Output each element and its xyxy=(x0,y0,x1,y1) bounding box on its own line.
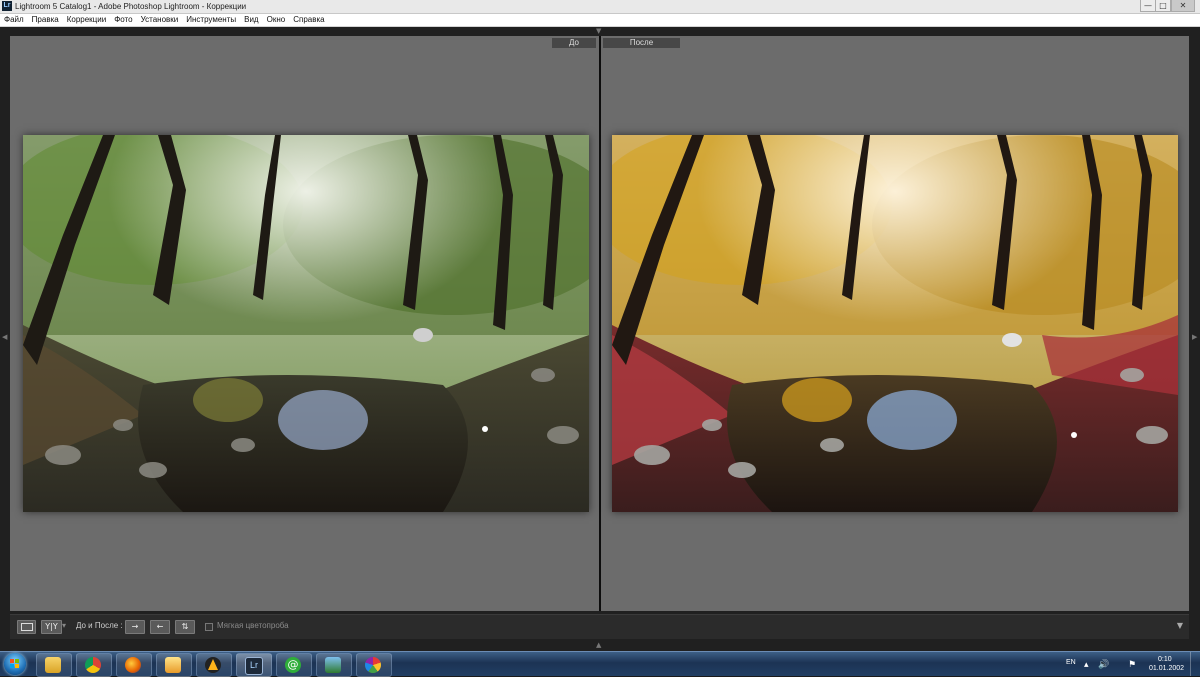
photo-viewer-icon xyxy=(325,657,341,673)
develop-module: ▼ ◀ ▶ ▲ До После Y|Y ▾ До и После: → ← … xyxy=(0,27,1200,651)
window-title: Lightroom 5 Catalog1 - Adobe Photoshop L… xyxy=(15,2,247,11)
develop-toolbar: Y|Y ▾ До и После : → ← ⇅ Мягкая цветопро… xyxy=(10,614,1189,639)
loupe-view-icon xyxy=(20,623,33,631)
media-player-icon xyxy=(165,657,181,673)
taskbar-chrome[interactable] xyxy=(76,653,112,677)
taskbar-mail-agent[interactable]: @ xyxy=(276,653,312,677)
action-center-icon[interactable]: ⚑ xyxy=(1128,660,1136,670)
bottom-panel-toggle-icon[interactable]: ▲ xyxy=(596,641,601,649)
picasa-icon xyxy=(365,657,381,673)
menu-tools[interactable]: Инструменты xyxy=(182,14,240,26)
show-hidden-icons-icon[interactable]: ▴ xyxy=(1084,660,1089,670)
taskbar-picasa[interactable] xyxy=(356,653,392,677)
menu-settings[interactable]: Установки xyxy=(137,14,183,26)
taskbar-lightroom[interactable]: Lr xyxy=(236,653,272,677)
after-pane: После xyxy=(601,36,1189,611)
clock-date[interactable]: 01.01.2002 xyxy=(1149,664,1184,673)
soft-proofing-label: Мягкая цветопроба xyxy=(217,621,289,630)
menu-photo[interactable]: Фото xyxy=(110,14,136,26)
lightroom-icon: Lr xyxy=(245,657,263,675)
before-after-label: До и После : xyxy=(76,621,123,630)
before-after-view-button[interactable]: Y|Y xyxy=(41,620,62,634)
toolbar-options-icon[interactable]: ▼ xyxy=(1177,621,1183,630)
loupe-view-button[interactable] xyxy=(17,620,36,634)
lightroom-app-icon: Lr xyxy=(2,1,12,11)
minimize-button[interactable]: — xyxy=(1140,0,1156,12)
mail-agent-icon: @ xyxy=(285,657,301,673)
before-photo[interactable] xyxy=(23,135,589,512)
top-panel-toggle-icon[interactable]: ▼ xyxy=(596,27,601,35)
before-pane: До xyxy=(10,36,599,611)
forest-stream-after-image xyxy=(612,135,1178,512)
aimp-icon xyxy=(205,657,221,673)
title-bar: Lr Lightroom 5 Catalog1 - Adobe Photosho… xyxy=(0,0,1200,14)
file-explorer-icon xyxy=(45,657,61,673)
swap-before-after-button[interactable]: ⇅ xyxy=(175,620,195,634)
language-indicator[interactable]: EN xyxy=(1066,658,1076,667)
close-button[interactable]: ✕ xyxy=(1171,0,1195,12)
right-panel-toggle-icon[interactable]: ▶ xyxy=(1192,333,1197,341)
menu-view[interactable]: Вид xyxy=(240,14,262,26)
taskbar-file-explorer[interactable] xyxy=(36,653,72,677)
menu-help[interactable]: Справка xyxy=(289,14,328,26)
show-desktop-button[interactable] xyxy=(1190,652,1200,676)
view-mode-dropdown-icon[interactable]: ▾ xyxy=(62,620,66,632)
menu-window[interactable]: Окно xyxy=(263,14,290,26)
soft-proofing-checkbox[interactable] xyxy=(205,623,213,631)
maximize-button[interactable]: □ xyxy=(1155,0,1171,12)
forest-stream-before-image xyxy=(23,135,589,512)
taskbar-photo-viewer[interactable] xyxy=(316,653,352,677)
copy-after-to-before-button[interactable]: ← xyxy=(150,620,170,634)
after-photo[interactable] xyxy=(612,135,1178,512)
menu-file[interactable]: Файл xyxy=(0,14,28,26)
taskbar-aimp[interactable] xyxy=(196,653,232,677)
copy-before-to-after-button[interactable]: → xyxy=(125,620,145,634)
taskbar-media-player[interactable] xyxy=(156,653,192,677)
start-button[interactable] xyxy=(4,653,26,675)
menu-develop[interactable]: Коррекции xyxy=(63,14,110,26)
chrome-icon xyxy=(85,657,101,673)
firefox-icon xyxy=(125,657,141,673)
taskbar-firefox[interactable] xyxy=(116,653,152,677)
clock-time[interactable]: 0:10 xyxy=(1158,655,1172,664)
volume-icon[interactable]: 🔊 xyxy=(1098,660,1109,670)
windows-taskbar: Lr @ EN ▴ 🔊 ⚑ 0:10 01.01.2002 xyxy=(0,651,1200,677)
left-panel-toggle-icon[interactable]: ◀ xyxy=(2,333,7,341)
windows-logo-icon xyxy=(10,659,20,669)
menu-edit[interactable]: Правка xyxy=(28,14,63,26)
after-label: После xyxy=(603,38,680,48)
before-label: До xyxy=(552,38,596,48)
menu-bar: Файл Правка Коррекции Фото Установки Инс… xyxy=(0,14,1200,27)
